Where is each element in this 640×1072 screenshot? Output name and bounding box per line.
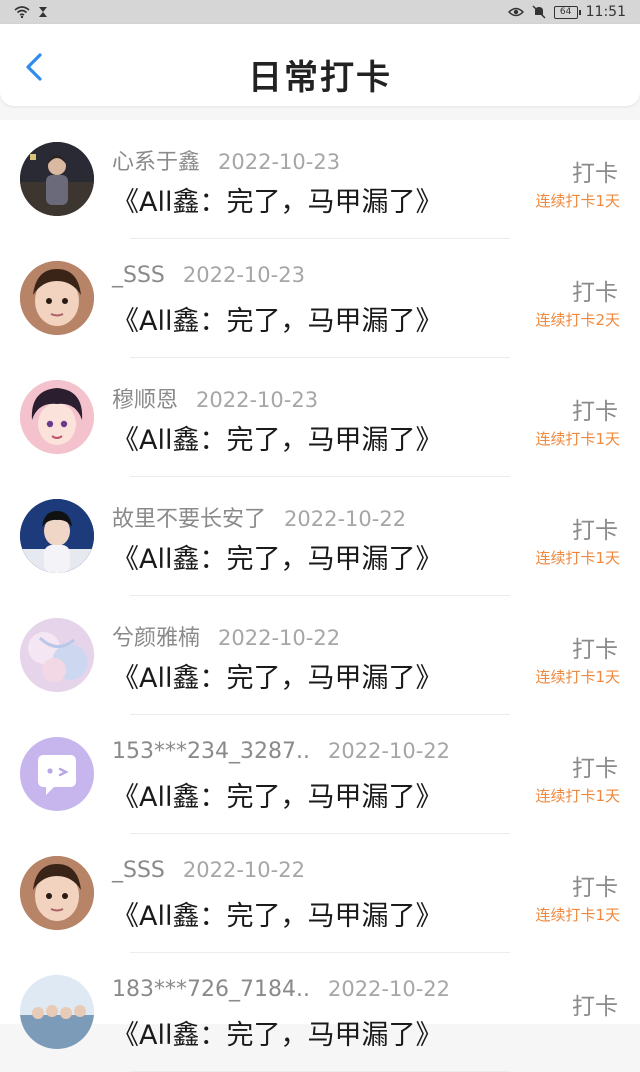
- username: 穆顺恩: [112, 382, 178, 414]
- streak-label: 连续打卡1天: [535, 190, 620, 211]
- book-title: 《All鑫：完了，马甲漏了》: [112, 299, 442, 338]
- checkin-date: 2022-10-22: [328, 739, 450, 763]
- checkin-row[interactable]: 153***234_3287.. 2022-10-22 《All鑫：完了，马甲漏…: [0, 715, 640, 834]
- header: 日常打卡: [0, 24, 640, 106]
- checkin-row[interactable]: 穆顺恩 2022-10-23 《All鑫：完了，马甲漏了》 打卡 连续打卡1天: [0, 358, 640, 477]
- status-left: [14, 6, 48, 18]
- book-title: 《All鑫：完了，马甲漏了》: [112, 537, 442, 576]
- battery-icon: 64: [554, 6, 578, 19]
- row-meta: _SSS 2022-10-23: [112, 263, 305, 288]
- checkin-button[interactable]: 打卡: [572, 392, 618, 426]
- checkin-row[interactable]: 心系于鑫 2022-10-23 《All鑫：完了，马甲漏了》 打卡 连续打卡1天: [0, 120, 640, 239]
- row-meta: 兮颜雅楠 2022-10-22: [112, 620, 340, 652]
- user-avatar[interactable]: [20, 499, 94, 573]
- checkin-date: 2022-10-23: [196, 388, 318, 412]
- checkin-button[interactable]: 打卡: [572, 749, 618, 783]
- streak-label: 连续打卡2天: [535, 309, 620, 330]
- username: 183***726_7184..: [112, 977, 310, 1002]
- checkin-row[interactable]: 故里不要长安了 2022-10-22 《All鑫：完了，马甲漏了》 打卡 连续打…: [0, 477, 640, 596]
- username: 兮颜雅楠: [112, 620, 200, 652]
- checkin-list: 心系于鑫 2022-10-23 《All鑫：完了，马甲漏了》 打卡 连续打卡1天…: [0, 120, 640, 1024]
- user-avatar[interactable]: [20, 380, 94, 454]
- checkin-button[interactable]: 打卡: [572, 630, 618, 664]
- checkin-button[interactable]: 打卡: [572, 987, 618, 1021]
- checkin-date: 2022-10-22: [183, 858, 305, 882]
- hourglass-icon: [38, 6, 48, 18]
- user-avatar[interactable]: [20, 856, 94, 930]
- username: _SSS: [112, 263, 165, 288]
- streak-label: 连续打卡1天: [535, 785, 620, 806]
- checkin-date: 2022-10-22: [218, 626, 340, 650]
- status-right: 64 11:51: [508, 4, 626, 20]
- book-title: 《All鑫：完了，马甲漏了》: [112, 775, 442, 814]
- row-meta: 153***234_3287.. 2022-10-22: [112, 739, 450, 764]
- checkin-date: 2022-10-23: [183, 263, 305, 287]
- checkin-row[interactable]: 兮颜雅楠 2022-10-22 《All鑫：完了，马甲漏了》 打卡 连续打卡1天: [0, 596, 640, 715]
- user-avatar[interactable]: [20, 142, 94, 216]
- streak-label: 连续打卡1天: [535, 904, 620, 925]
- status-bar: 64 11:51: [0, 0, 640, 24]
- page-title: 日常打卡: [0, 50, 640, 99]
- row-meta: _SSS 2022-10-22: [112, 858, 305, 883]
- eye-icon: [508, 6, 524, 18]
- username: _SSS: [112, 858, 165, 883]
- book-title: 《All鑫：完了，马甲漏了》: [112, 180, 442, 219]
- wifi-icon: [14, 6, 30, 18]
- clock: 11:51: [586, 4, 626, 20]
- book-title: 《All鑫：完了，马甲漏了》: [112, 894, 442, 933]
- user-avatar[interactable]: [20, 618, 94, 692]
- row-meta: 183***726_7184.. 2022-10-22: [112, 977, 450, 1002]
- book-title: 《All鑫：完了，马甲漏了》: [112, 1013, 442, 1052]
- user-avatar[interactable]: [20, 975, 94, 1049]
- checkin-button[interactable]: 打卡: [572, 273, 618, 307]
- checkin-row[interactable]: _SSS 2022-10-23 《All鑫：完了，马甲漏了》 打卡 连续打卡2天: [0, 239, 640, 358]
- user-avatar[interactable]: [20, 737, 94, 811]
- streak-label: 连续打卡1天: [535, 428, 620, 449]
- user-avatar[interactable]: [20, 261, 94, 335]
- checkin-button[interactable]: 打卡: [572, 868, 618, 902]
- streak-label: 连续打卡1天: [535, 666, 620, 687]
- checkin-button[interactable]: 打卡: [572, 511, 618, 545]
- username: 心系于鑫: [112, 144, 200, 176]
- mute-bell-icon: [532, 5, 546, 19]
- book-title: 《All鑫：完了，马甲漏了》: [112, 656, 442, 695]
- book-title: 《All鑫：完了，马甲漏了》: [112, 418, 442, 457]
- checkin-row[interactable]: _SSS 2022-10-22 《All鑫：完了，马甲漏了》 打卡 连续打卡1天: [0, 834, 640, 953]
- checkin-date: 2022-10-23: [218, 150, 340, 174]
- streak-label: 连续打卡1天: [535, 547, 620, 568]
- row-meta: 穆顺恩 2022-10-23: [112, 382, 318, 414]
- row-meta: 故里不要长安了 2022-10-22: [112, 501, 406, 533]
- checkin-row[interactable]: 183***726_7184.. 2022-10-22 《All鑫：完了，马甲漏…: [0, 953, 640, 1072]
- checkin-date: 2022-10-22: [284, 507, 406, 531]
- checkin-date: 2022-10-22: [328, 977, 450, 1001]
- checkin-button[interactable]: 打卡: [572, 154, 618, 188]
- username: 故里不要长安了: [112, 501, 266, 533]
- row-meta: 心系于鑫 2022-10-23: [112, 144, 340, 176]
- username: 153***234_3287..: [112, 739, 310, 764]
